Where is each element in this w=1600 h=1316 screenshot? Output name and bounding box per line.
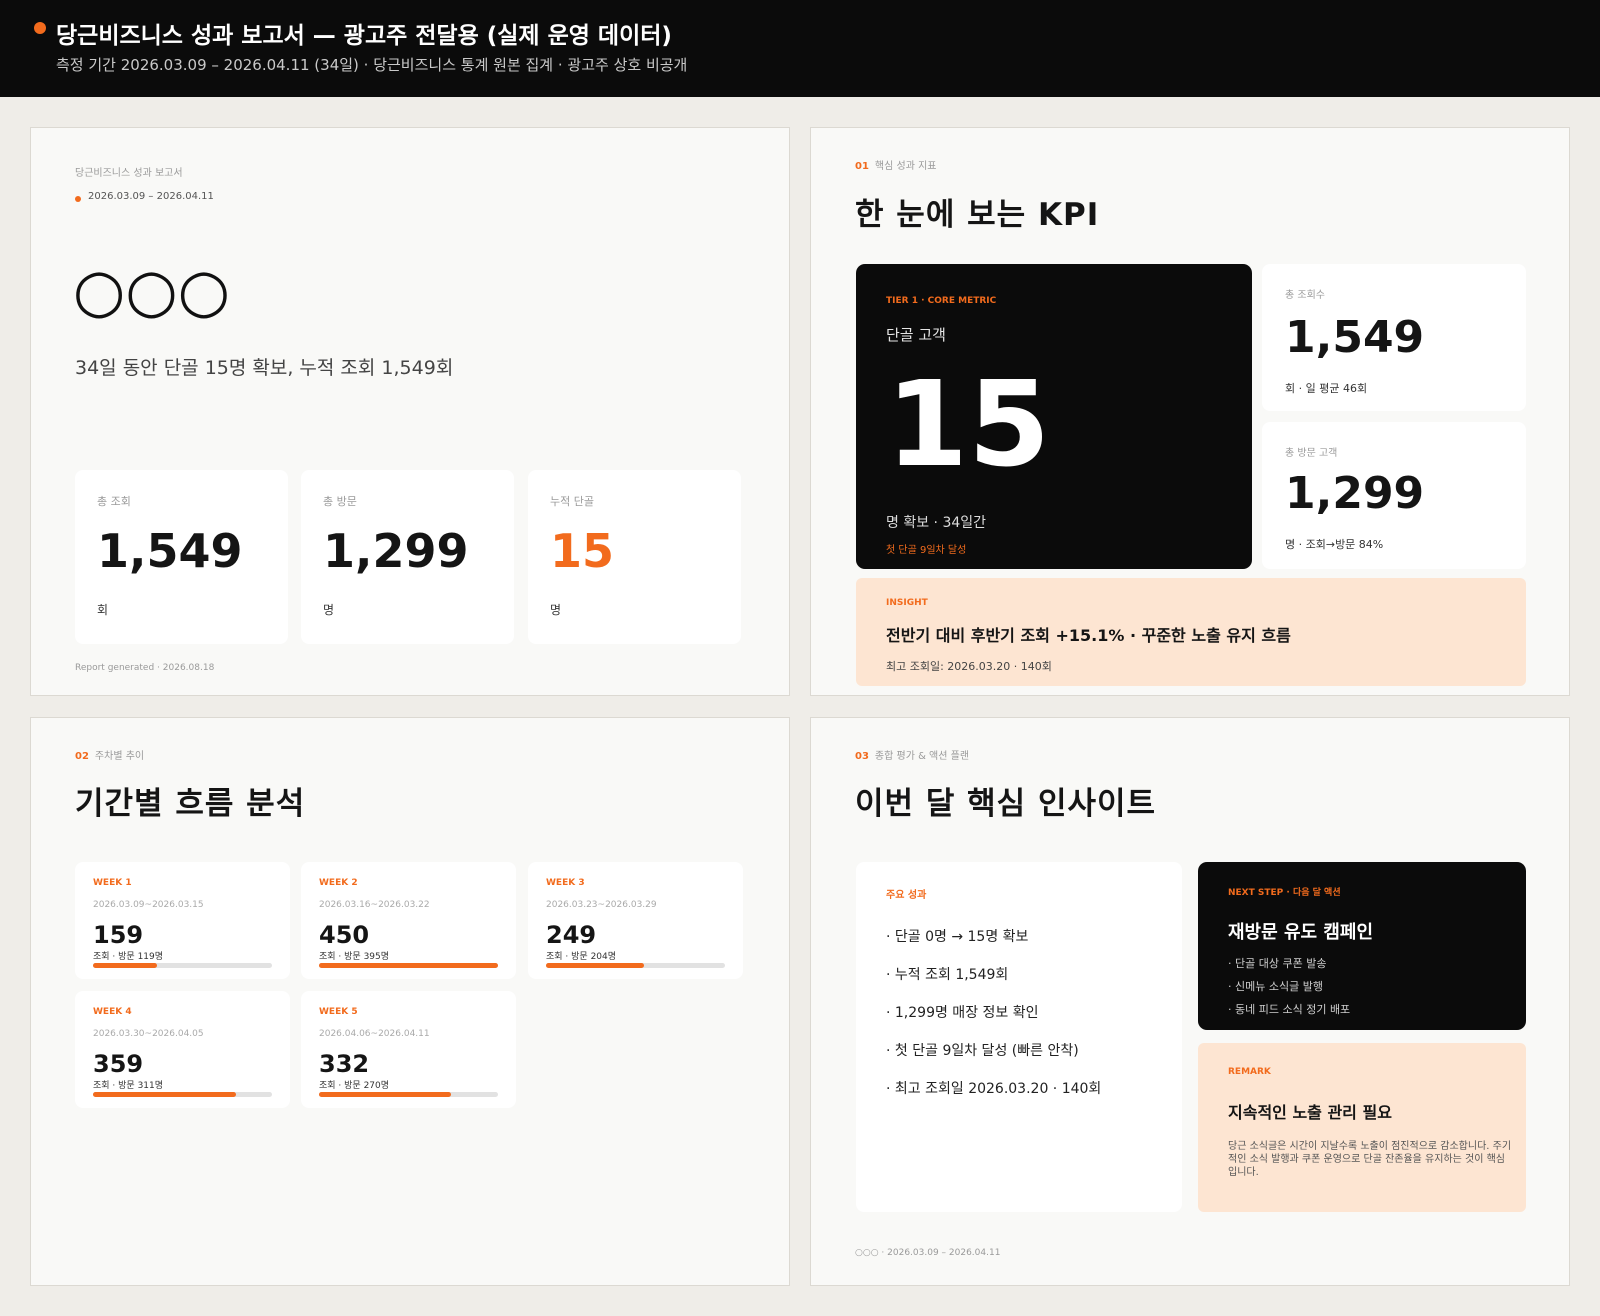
week-views: 450 (319, 921, 370, 949)
week-sub: 조회 · 방문 270명 (319, 1081, 390, 1091)
kpi-unit: 명 (550, 603, 562, 617)
week-sub: 조회 · 방문 311명 (93, 1081, 164, 1091)
week-range: 2026.03.16~2026.03.22 (319, 900, 430, 910)
kpi-value: 1,299 (323, 524, 469, 578)
kpi-card-views: 총 조회 1,549 회 (75, 470, 288, 644)
core-label: 단골 고객 (886, 326, 946, 344)
week-progress-bar (319, 963, 498, 968)
remark-card: REMARK 지속적인 노출 관리 필요 당근 소식글은 시간이 지날수록 노출… (1198, 1043, 1526, 1212)
week-tag: WEEK 3 (546, 878, 585, 888)
visits-card: 총 방문 고객 1,299 명 · 조회→방문 84% (1262, 422, 1526, 569)
next-step-card: NEXT STEP · 다음 달 액션 재방문 유도 캠페인 · 단골 대상 쿠… (1198, 862, 1526, 1030)
core-tier: TIER 1 · CORE METRIC (886, 296, 997, 306)
remark-tag: REMARK (1228, 1067, 1271, 1077)
section-title: 이번 달 핵심 인사이트 (855, 786, 1157, 822)
kpi-unit: 명 (323, 603, 335, 617)
visits-value: 1,299 (1285, 468, 1425, 519)
next-step-item: · 신메뉴 소식글 발행 (1228, 980, 1323, 993)
period-dot-icon (75, 196, 81, 202)
achievement-item: · 누적 조회 1,549회 (886, 967, 1009, 983)
week-card: WEEK 4 2026.03.30~2026.04.05 359 조회 · 방문… (75, 991, 290, 1108)
next-step-title: 재방문 유도 캠페인 (1228, 922, 1374, 943)
next-step-tag: NEXT STEP · 다음 달 액션 (1228, 888, 1341, 898)
views-label: 총 조회수 (1285, 290, 1325, 301)
insight-text: 전반기 대비 후반기 조회 +15.1% · 꾸준한 노출 유지 흐름 (886, 626, 1291, 645)
kpi-label: 누적 단골 (550, 495, 594, 508)
cover-headline: 34일 동안 단골 15명 확보, 누적 조회 1,549회 (75, 357, 454, 379)
insight-box: INSIGHT 전반기 대비 후반기 조회 +15.1% · 꾸준한 노출 유지… (856, 578, 1526, 686)
week-views: 359 (93, 1050, 144, 1078)
store-name: ○○○ (73, 256, 231, 326)
week-progress-bar (319, 1092, 498, 1097)
kpi-value: 15 (550, 524, 615, 578)
section-title: 기간별 흐름 분석 (75, 786, 306, 822)
views-card: 총 조회수 1,549 회 · 일 평균 46회 (1262, 264, 1526, 411)
week-range: 2026.03.09~2026.03.15 (93, 900, 204, 910)
kpi-label: 총 조회 (97, 495, 131, 508)
achievement-item: · 첫 단골 9일차 달성 (빠른 안착) (886, 1043, 1079, 1059)
next-step-item: · 동네 피드 소식 정기 배포 (1228, 1003, 1351, 1016)
report-title: 당근비즈니스 성과 보고서 — 광고주 전달용 (실제 운영 데이터) (56, 23, 672, 49)
kpi-label: 총 방문 (323, 495, 357, 508)
week-range: 2026.04.06~2026.04.11 (319, 1029, 430, 1039)
week-card: WEEK 3 2026.03.23~2026.03.29 249 조회 · 방문… (528, 862, 743, 979)
remark-body: 당근 소식글은 시간이 지날수록 노출이 점진적으로 감소합니다. 주기적인 소… (1228, 1141, 1512, 1178)
core-metric-card: TIER 1 · CORE METRIC 단골 고객 15 명 확보 · 34일… (856, 264, 1252, 569)
cover-slide: 당근비즈니스 성과 보고서 2026.03.09 – 2026.04.11 ○○… (30, 127, 790, 696)
core-caption: 명 확보 · 34일간 (886, 515, 987, 531)
views-caption: 회 · 일 평균 46회 (1285, 382, 1368, 395)
week-sub: 조회 · 방문 119명 (93, 952, 164, 962)
core-value: 15 (886, 355, 1051, 493)
cover-period: 2026.03.09 – 2026.04.11 (88, 191, 214, 202)
visits-caption: 명 · 조회→방문 84% (1285, 538, 1384, 551)
achievements-title: 주요 성과 (886, 890, 927, 901)
week-range: 2026.03.23~2026.03.29 (546, 900, 657, 910)
summary-footer: ○○○ · 2026.03.09 – 2026.04.11 (855, 1248, 1001, 1258)
achievement-item: · 1,299명 매장 정보 확인 (886, 1005, 1039, 1021)
kpi-slide: 01 핵심 성과 지표 한 눈에 보는 KPI TIER 1 · CORE MET… (810, 127, 1570, 696)
week-views: 159 (93, 921, 144, 949)
remark-title: 지속적인 노출 관리 필요 (1228, 1103, 1392, 1122)
next-step-item: · 단골 대상 쿠폰 발송 (1228, 957, 1327, 970)
week-tag: WEEK 4 (93, 1007, 132, 1017)
week-card: WEEK 2 2026.03.16~2026.03.22 450 조회 · 방문… (301, 862, 516, 979)
week-views: 249 (546, 921, 597, 949)
week-sub: 조회 · 방문 395명 (319, 952, 390, 962)
kpi-card-regulars: 누적 단골 15 명 (528, 470, 741, 644)
week-progress-bar (93, 963, 272, 968)
week-range: 2026.03.30~2026.04.05 (93, 1029, 204, 1039)
insight-tag: INSIGHT (886, 598, 928, 608)
accent-dot-icon (34, 22, 46, 34)
week-card: WEEK 1 2026.03.09~2026.03.15 159 조회 · 방문… (75, 862, 290, 979)
summary-slide: 03 종합 평가 & 액션 플랜 이번 달 핵심 인사이트 주요 성과 · 단골 … (810, 717, 1570, 1286)
achievement-item: · 최고 조회일 2026.03.20 · 140회 (886, 1081, 1102, 1097)
week-tag: WEEK 5 (319, 1007, 358, 1017)
section-label: 02 주차별 추이 (75, 751, 145, 762)
week-card: WEEK 5 2026.04.06~2026.04.11 332 조회 · 방문… (301, 991, 516, 1108)
section-title: 한 눈에 보는 KPI (855, 197, 1100, 233)
section-label: 01 핵심 성과 지표 (855, 161, 937, 172)
achievement-item: · 단골 0명 → 15명 확보 (886, 929, 1029, 945)
kpi-unit: 회 (97, 603, 109, 617)
section-label: 03 종합 평가 & 액션 플랜 (855, 751, 970, 762)
cover-eyebrow: 당근비즈니스 성과 보고서 (75, 168, 183, 179)
week-sub: 조회 · 방문 204명 (546, 952, 617, 962)
kpi-card-visits: 총 방문 1,299 명 (301, 470, 514, 644)
core-note: 첫 단골 9일차 달성 (886, 545, 967, 556)
kpi-value: 1,549 (97, 524, 243, 578)
week-tag: WEEK 2 (319, 878, 358, 888)
achievements-card: 주요 성과 · 단골 0명 → 15명 확보 · 누적 조회 1,549회 · … (856, 862, 1182, 1212)
cover-footer: Report generated · 2026.08.18 (75, 663, 215, 673)
views-value: 1,549 (1285, 312, 1425, 363)
report-subtitle: 측정 기간 2026.03.09 – 2026.04.11 (34일) · 당근… (56, 56, 688, 74)
insight-sub: 최고 조회일: 2026.03.20 · 140회 (886, 660, 1052, 673)
week-progress-bar (93, 1092, 272, 1097)
week-tag: WEEK 1 (93, 878, 132, 888)
week-views: 332 (319, 1050, 370, 1078)
visits-label: 총 방문 고객 (1285, 448, 1338, 459)
week-progress-bar (546, 963, 725, 968)
report-header: 당근비즈니스 성과 보고서 — 광고주 전달용 (실제 운영 데이터) 측정 기… (0, 0, 1600, 97)
weekly-slide: 02 주차별 추이 기간별 흐름 분석 WEEK 1 2026.03.09~202… (30, 717, 790, 1286)
